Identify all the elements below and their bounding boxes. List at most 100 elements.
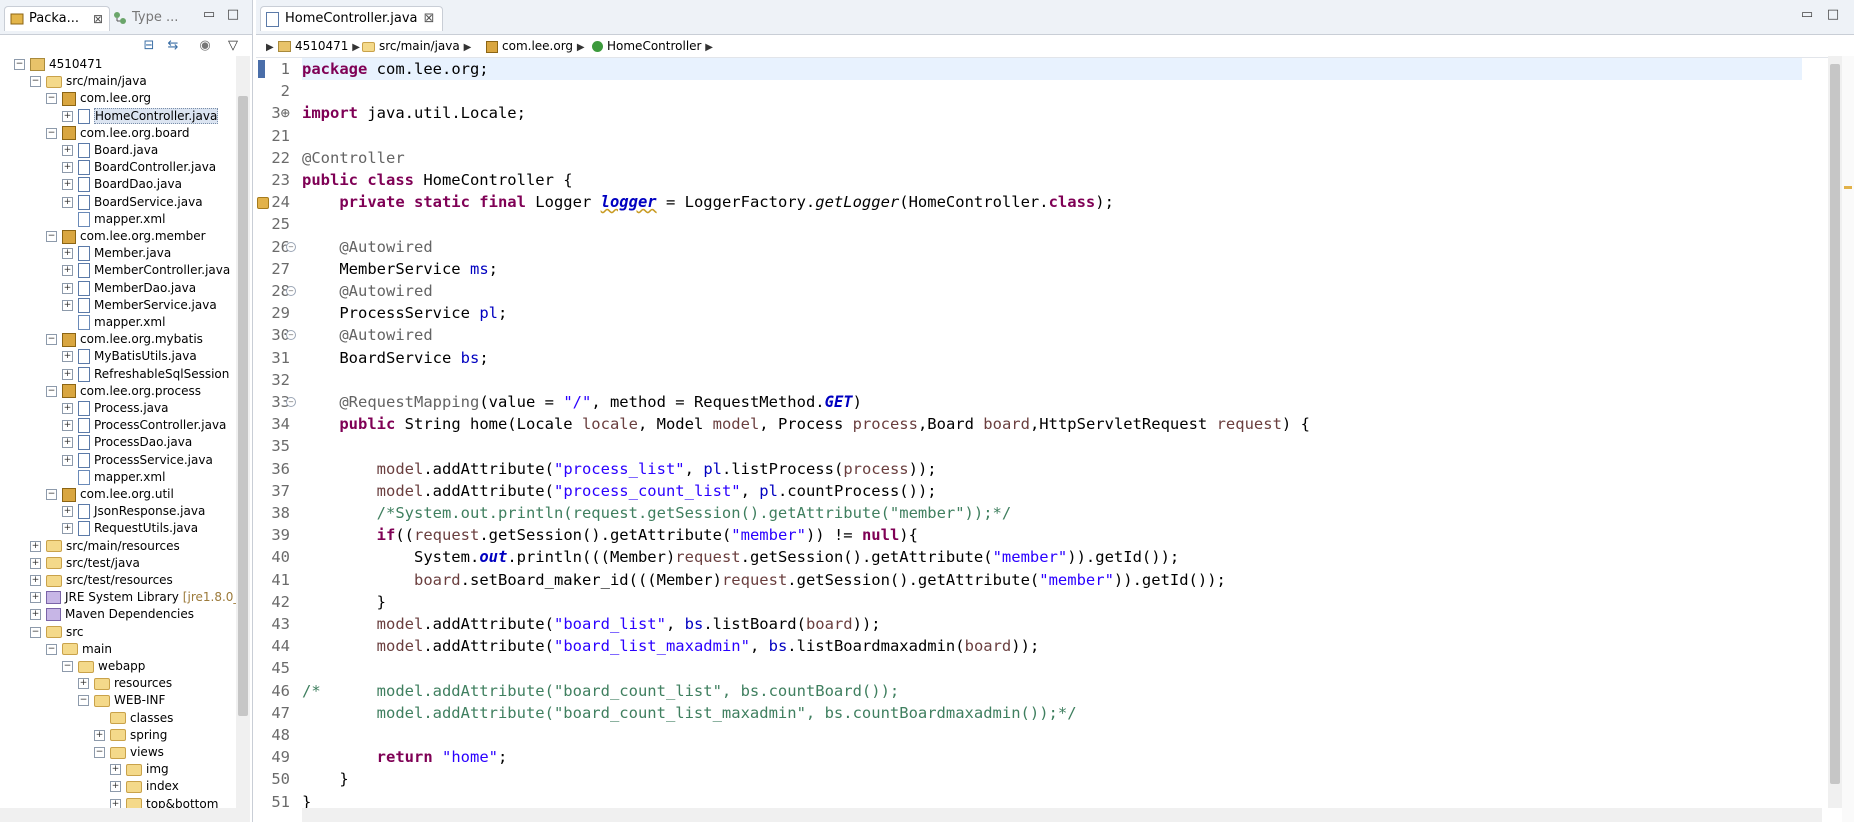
tree-node[interactable]: + MyBatisUtils.java — [62, 348, 197, 365]
collapse-toggle-icon[interactable]: − — [46, 231, 57, 242]
tree-node[interactable]: − com.lee.org.mybatis — [46, 331, 203, 348]
code-line[interactable]: model.addAttribute("board_count_list_max… — [302, 702, 1077, 724]
code-line[interactable]: model.addAttribute("board_list", bs.list… — [302, 613, 881, 635]
code-line[interactable]: BoardService bs; — [302, 347, 488, 369]
tree-node[interactable]: − views — [94, 744, 164, 761]
expand-toggle-icon[interactable]: + — [30, 540, 41, 552]
expand-toggle-icon[interactable]: + — [62, 299, 73, 311]
expand-toggle-icon[interactable]: + — [62, 454, 73, 466]
close-icon[interactable]: ⊠ — [424, 7, 435, 31]
code-line[interactable]: @Autowired — [302, 280, 432, 302]
tab-homecontroller-java[interactable]: HomeController.java ⊠ — [260, 6, 443, 31]
expand-toggle-icon[interactable]: + — [110, 781, 121, 793]
tree-node[interactable]: + MemberService.java — [62, 297, 217, 314]
code-line[interactable]: /*System.out.println(request.getSession(… — [302, 502, 1012, 524]
fold-toggle-icon[interactable]: − — [286, 330, 296, 341]
tab-type-hierarchy[interactable]: Type ... — [108, 6, 202, 30]
close-icon[interactable]: ⊠ — [93, 7, 103, 31]
expand-toggle-icon[interactable]: + — [62, 110, 73, 122]
tree-node[interactable]: + Maven Dependencies — [30, 606, 194, 623]
code-line[interactable]: if((request.getSession().getAttribute("m… — [302, 524, 918, 546]
tree-node[interactable]: + ProcessService.java — [62, 452, 213, 469]
collapse-toggle-icon[interactable]: − — [46, 127, 57, 139]
tree-node[interactable]: + JRE System Library [jre1.8.0_ — [30, 589, 236, 606]
tree-node[interactable]: − com.lee.org.util — [46, 486, 174, 503]
tab-package-explorer[interactable]: Packa... ⊠ — [4, 6, 110, 31]
tree-node[interactable]: − webapp — [62, 658, 145, 675]
code-line[interactable]: /* model.addAttribute("board_count_list"… — [302, 680, 899, 702]
expand-toggle-icon[interactable]: + — [62, 196, 73, 208]
tree-node[interactable]: + resources — [78, 675, 172, 692]
code-line[interactable]: @Autowired — [302, 236, 432, 258]
expand-toggle-icon[interactable]: + — [62, 523, 73, 535]
expand-toggle-icon[interactable]: + — [62, 162, 73, 174]
code-line[interactable]: @Controller — [302, 147, 405, 169]
expand-toggle-icon[interactable]: + — [62, 368, 73, 380]
code-line[interactable]: @RequestMapping(value = "/", method = Re… — [302, 391, 862, 413]
tree-node[interactable]: + ProcessController.java — [62, 417, 226, 434]
tree-node[interactable]: mapper.xml — [62, 314, 165, 331]
minimize-icon[interactable]: ▭ — [202, 8, 216, 22]
tree-node[interactable]: mapper.xml — [62, 211, 165, 228]
view-menu-icon[interactable]: ▽ — [224, 37, 242, 55]
tree-node[interactable]: + MemberController.java — [62, 262, 230, 279]
code-line[interactable]: model.addAttribute("process_list", pl.li… — [302, 458, 937, 480]
fold-toggle-icon[interactable]: − — [286, 241, 296, 252]
tree-node[interactable]: + BoardController.java — [62, 159, 216, 176]
collapse-toggle-icon[interactable]: − — [62, 661, 73, 672]
expand-toggle-icon[interactable]: + — [62, 420, 73, 432]
expand-toggle-icon[interactable]: + — [110, 764, 121, 776]
scrollbar-thumb[interactable] — [238, 96, 248, 716]
tree-node[interactable]: + MemberDao.java — [62, 280, 196, 297]
code-line[interactable]: import java.util.Locale; — [302, 102, 526, 124]
expand-toggle-icon[interactable]: + — [30, 609, 41, 621]
code-line[interactable]: System.out.println(((Member)request.getS… — [302, 546, 1179, 568]
collapse-toggle-icon[interactable]: − — [78, 695, 89, 707]
code-line[interactable]: board.setBoard_maker_id(((Member)request… — [302, 569, 1226, 591]
collapse-toggle-icon[interactable]: − — [46, 93, 57, 105]
tree-node[interactable]: + RefreshableSqlSession — [62, 366, 229, 383]
code-line[interactable]: return "home"; — [302, 746, 508, 768]
maximize-icon[interactable]: □ — [1826, 8, 1840, 22]
fold-toggle-icon[interactable]: − — [286, 397, 296, 407]
collapse-toggle-icon[interactable]: − — [94, 747, 105, 758]
code-line[interactable]: } — [302, 591, 386, 613]
code-line[interactable]: model.addAttribute("process_count_list",… — [302, 480, 937, 502]
link-with-editor-icon[interactable]: ⇆ — [164, 37, 182, 55]
tree-node[interactable]: − src — [30, 624, 84, 641]
minimize-icon[interactable]: ▭ — [1800, 8, 1814, 22]
warning-marker[interactable] — [1844, 186, 1852, 189]
tree-node[interactable]: + BoardService.java — [62, 194, 203, 211]
expand-toggle-icon[interactable]: + — [30, 575, 41, 586]
tree-node[interactable]: + src/main/resources — [30, 538, 180, 555]
expand-toggle-icon[interactable]: + — [62, 437, 73, 449]
code-area[interactable]: package com.lee.org; import java.util.Loc… — [302, 56, 1822, 811]
expand-toggle-icon[interactable]: + — [62, 265, 73, 277]
code-line[interactable]: public class HomeController { — [302, 169, 573, 191]
tree-node[interactable]: − com.lee.org — [46, 90, 151, 107]
expand-toggle-icon[interactable]: + — [62, 351, 73, 363]
expand-toggle-icon[interactable]: + — [62, 506, 73, 518]
tree-node[interactable]: + Process.java — [62, 400, 168, 417]
expand-toggle-icon[interactable]: + — [94, 729, 105, 741]
code-line[interactable]: package com.lee.org; — [302, 58, 1802, 81]
code-line[interactable]: public String home(Locale locale, Model … — [302, 413, 1310, 435]
editor-vertical-scrollbar[interactable] — [1828, 56, 1842, 808]
collapse-toggle-icon[interactable]: − — [30, 76, 41, 88]
tree-node[interactable]: + JsonResponse.java — [62, 503, 205, 520]
tree-node[interactable]: − com.lee.org.member — [46, 228, 206, 245]
collapse-toggle-icon[interactable]: − — [30, 626, 41, 638]
code-line[interactable]: } — [302, 768, 348, 790]
expand-toggle-icon[interactable]: + — [30, 592, 41, 604]
collapse-toggle-icon[interactable]: − — [46, 643, 57, 655]
collapse-toggle-icon[interactable]: − — [14, 59, 25, 70]
expand-toggle-icon[interactable]: + — [62, 403, 73, 414]
editor-horizontal-scrollbar[interactable] — [302, 808, 1822, 822]
code-line[interactable]: ProcessService pl; — [302, 302, 507, 324]
fold-toggle-icon[interactable]: − — [286, 286, 296, 296]
tree-node[interactable]: − com.lee.org.board — [46, 125, 190, 142]
maximize-icon[interactable]: □ — [226, 8, 240, 22]
collapse-all-icon[interactable]: ⊟ — [140, 37, 158, 55]
tree-node[interactable]: + Member.java — [62, 245, 171, 262]
tree-node[interactable]: − src/main/java — [30, 73, 147, 90]
